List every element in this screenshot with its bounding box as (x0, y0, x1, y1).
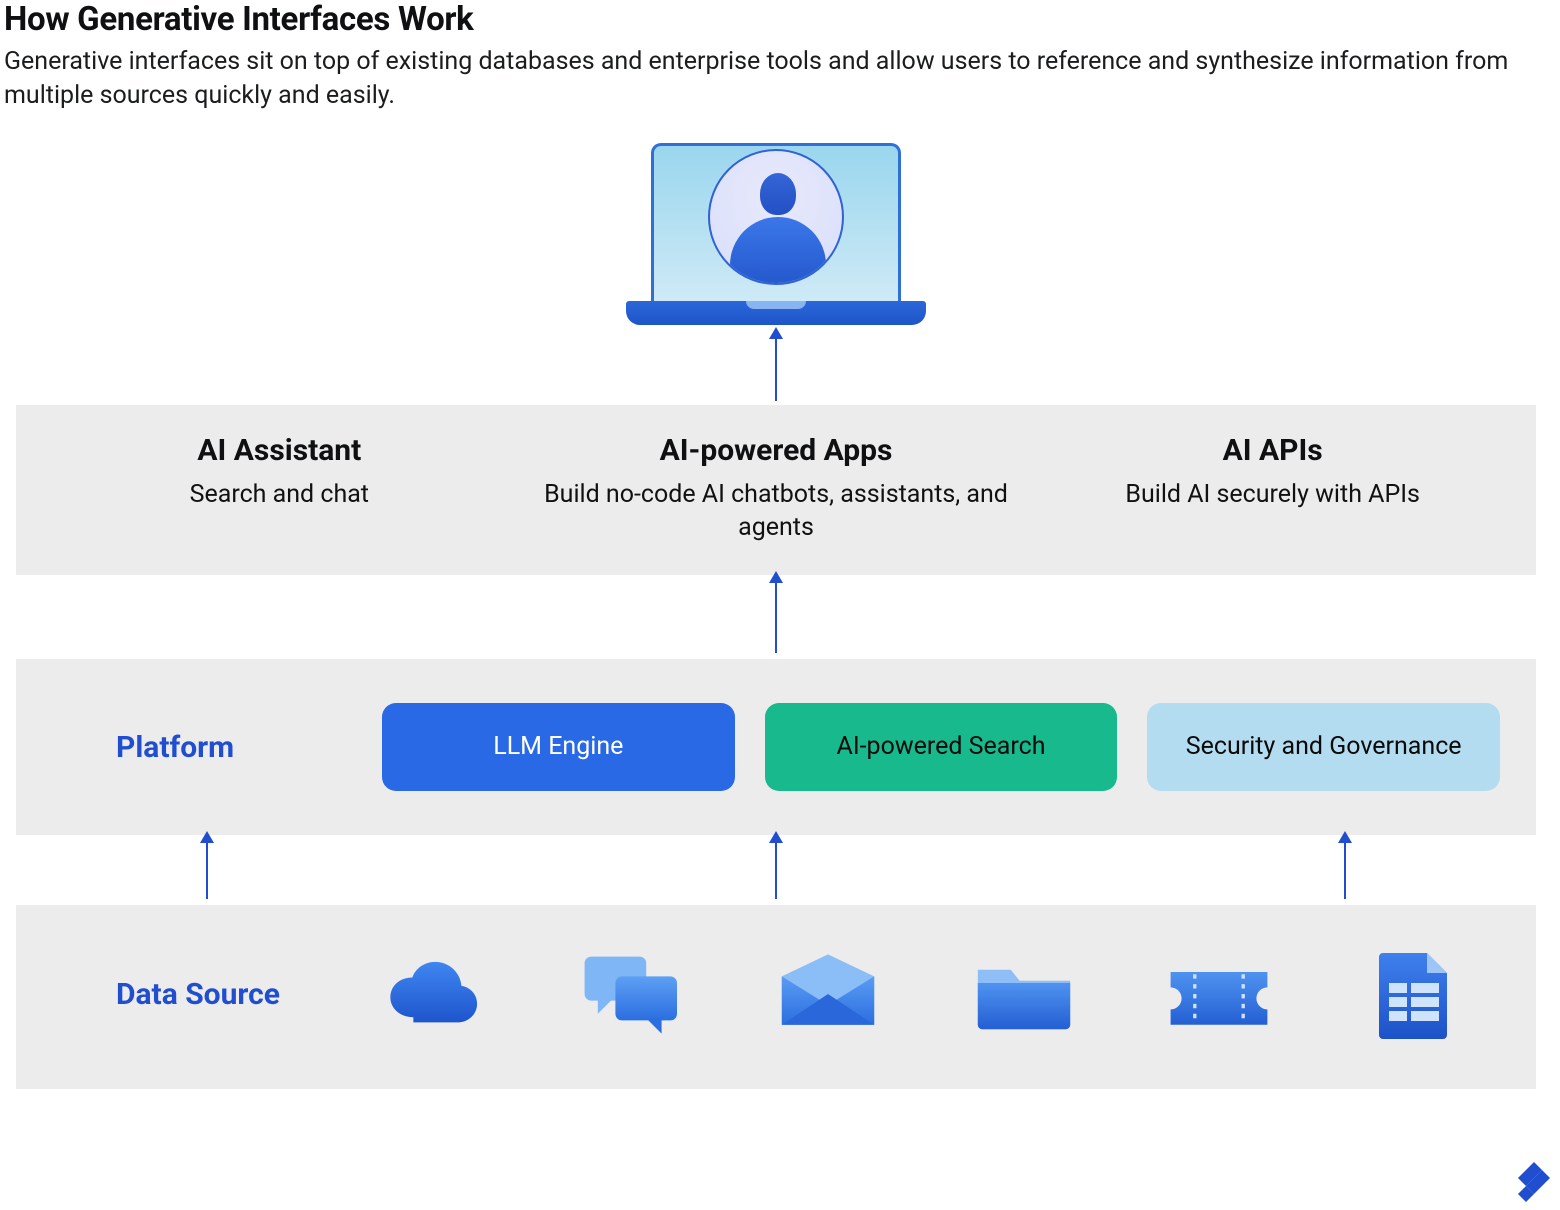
arrow-up-icon (775, 581, 777, 653)
arrow-row (16, 841, 1536, 899)
arrow-up-icon (775, 841, 777, 899)
pill-llm-engine: LLM Engine (382, 703, 735, 791)
mail-icon (773, 949, 883, 1039)
pill-ai-search: AI-powered Search (765, 703, 1118, 791)
ai-apps-title: AI-powered Apps (533, 433, 1020, 468)
ai-assistant-title: AI Assistant (36, 433, 523, 468)
platform-label: Platform (52, 730, 352, 765)
folder-icon (969, 949, 1079, 1039)
diagram-subtitle: Generative interfaces sit on top of exis… (4, 45, 1544, 113)
ai-apis-col: AI APIs Build AI securely with APIs (1029, 433, 1516, 546)
data-source-label: Data Source (52, 977, 352, 1012)
ai-apis-title: AI APIs (1029, 433, 1516, 468)
arrow-up-icon (1344, 841, 1346, 899)
diagram-title: How Generative Interfaces Work (4, 0, 1560, 39)
ai-assistant-desc: Search and chat (36, 478, 523, 512)
chat-icon (578, 949, 688, 1039)
cloud-icon (382, 949, 492, 1039)
ai-apis-desc: Build AI securely with APIs (1029, 478, 1516, 512)
pill-security-governance: Security and Governance (1147, 703, 1500, 791)
ai-assistant-col: AI Assistant Search and chat (36, 433, 523, 546)
data-source-layer: Data Source (16, 905, 1536, 1089)
arrow-up-icon (206, 841, 208, 899)
diagram-body: AI Assistant Search and chat AI-powered … (6, 143, 1546, 1090)
ticket-icon (1164, 949, 1274, 1039)
arrow-up-icon (775, 337, 777, 401)
spreadsheet-icon (1360, 949, 1470, 1039)
brand-mark-icon (1512, 1160, 1556, 1204)
user-avatar-icon (708, 149, 844, 285)
laptop-icon (626, 143, 926, 333)
user-illustration (6, 143, 1546, 333)
ai-layer: AI Assistant Search and chat AI-powered … (16, 405, 1536, 576)
ai-apps-desc: Build no-code AI chatbots, assistants, a… (533, 478, 1020, 546)
platform-layer: Platform LLM Engine AI-powered Search Se… (16, 659, 1536, 835)
ai-apps-col: AI-powered Apps Build no-code AI chatbot… (533, 433, 1020, 546)
